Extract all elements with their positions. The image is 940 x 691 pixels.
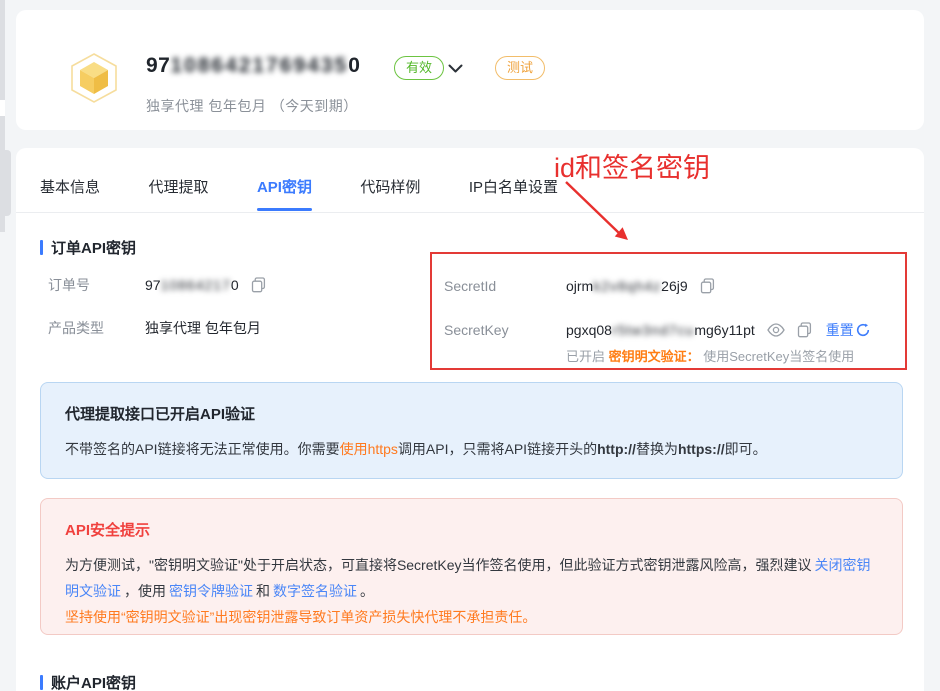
use-https-link[interactable]: 使用https — [340, 441, 398, 457]
warning-disclaimer-text: 坚持使用“密钥明文验证”出现密钥泄露导致订单资产损失快代理不承担责任。 — [65, 609, 536, 625]
tab-ip-whitelist[interactable]: IP白名单设置 — [469, 166, 558, 210]
secret-id-value: ojrmk2v8qh4z26j9 — [566, 278, 688, 294]
left-scrollbar-thumb[interactable] — [0, 150, 11, 216]
copy-secret-key-button[interactable] — [797, 322, 812, 338]
warning-box-body: 为方便测试，"密钥明文验证"处于开启状态，可直接将SecretKey当作签名使用… — [65, 552, 878, 630]
order-number-suffix: 0 — [348, 54, 360, 77]
order-header-card: 9710864217694350 有效 测试 独享代理 包年包月 （今天到期） — [16, 10, 924, 130]
copy-icon — [700, 278, 715, 294]
product-type-label: 产品类型 — [48, 318, 145, 338]
active-tab-underline — [257, 208, 312, 211]
order-number-row: 订单号 97108642170 — [48, 275, 266, 295]
warning-box-title: API安全提示 — [65, 519, 878, 540]
eye-icon — [767, 323, 785, 337]
copy-secret-id-button[interactable] — [700, 278, 715, 294]
page: 9710864217694350 有效 测试 独享代理 包年包月 （今天到期） … — [0, 0, 940, 691]
order-number-masked: 1086421769435 — [170, 54, 348, 77]
copy-icon — [797, 322, 812, 338]
copy-order-number-button[interactable] — [251, 277, 266, 293]
order-number-title: 9710864217694350 — [146, 54, 360, 78]
tab-code-sample[interactable]: 代码样例 — [360, 166, 420, 210]
tab-basic-info[interactable]: 基本信息 — [40, 166, 100, 210]
annotation-arrow — [548, 178, 658, 250]
env-badge: 测试 — [495, 56, 545, 80]
tab-bar: 基本信息 代理提取 API密钥 代码样例 IP白名单设置 — [16, 166, 924, 213]
section-bar — [40, 675, 43, 690]
order-number-label: 订单号 — [48, 275, 145, 295]
account-api-key-section-title: 账户API密钥 — [40, 672, 136, 691]
tab-api-key[interactable]: API密钥 — [257, 166, 312, 210]
left-edge-gap — [0, 100, 5, 116]
product-type-value: 独享代理 包年包月 — [145, 318, 261, 338]
product-cube-icon — [68, 52, 120, 104]
order-number-prefix: 97 — [146, 54, 170, 77]
api-verification-info-box: 代理提取接口已开启API验证 不带签名的API链接将无法正常使用。你需要使用ht… — [40, 382, 903, 479]
secret-key-label: SecretKey — [444, 322, 566, 338]
status-badge: 有效 — [394, 56, 444, 80]
reset-secret-key-button[interactable]: 重置 — [826, 320, 870, 340]
tab-proxy-extract[interactable]: 代理提取 — [148, 166, 208, 210]
toggle-secret-key-visibility-button[interactable] — [767, 323, 785, 337]
digital-signature-verification-link[interactable]: 数字签名验证 — [273, 583, 357, 599]
refresh-icon — [856, 323, 870, 337]
token-verification-link[interactable]: 密钥令牌验证 — [169, 583, 253, 599]
secret-highlight-box — [430, 252, 907, 370]
secret-key-value: pgxq08r5tw3nd7cumg6y11pt — [566, 322, 755, 338]
order-number-value: 97108642170 — [145, 277, 239, 293]
info-box-body: 不带签名的API链接将无法正常使用。你需要使用https调用API，只需将API… — [65, 436, 878, 462]
api-security-warning-box: API安全提示 为方便测试，"密钥明文验证"处于开启状态，可直接将SecretK… — [40, 498, 903, 635]
secret-id-row: SecretId ojrmk2v8qh4z26j9 — [444, 278, 715, 294]
product-type-row: 产品类型 独享代理 包年包月 — [48, 318, 261, 338]
chevron-down-icon[interactable] — [448, 64, 463, 74]
info-box-title: 代理提取接口已开启API验证 — [65, 403, 878, 424]
secret-id-label: SecretId — [444, 278, 566, 294]
copy-icon — [251, 277, 266, 293]
order-subtitle: 独享代理 包年包月 （今天到期） — [146, 96, 358, 116]
secret-key-row: SecretKey pgxq08r5tw3nd7cumg6y11pt 重置 — [444, 320, 870, 340]
section-bar — [40, 240, 43, 255]
order-api-key-section-title: 订单API密钥 — [40, 237, 136, 258]
